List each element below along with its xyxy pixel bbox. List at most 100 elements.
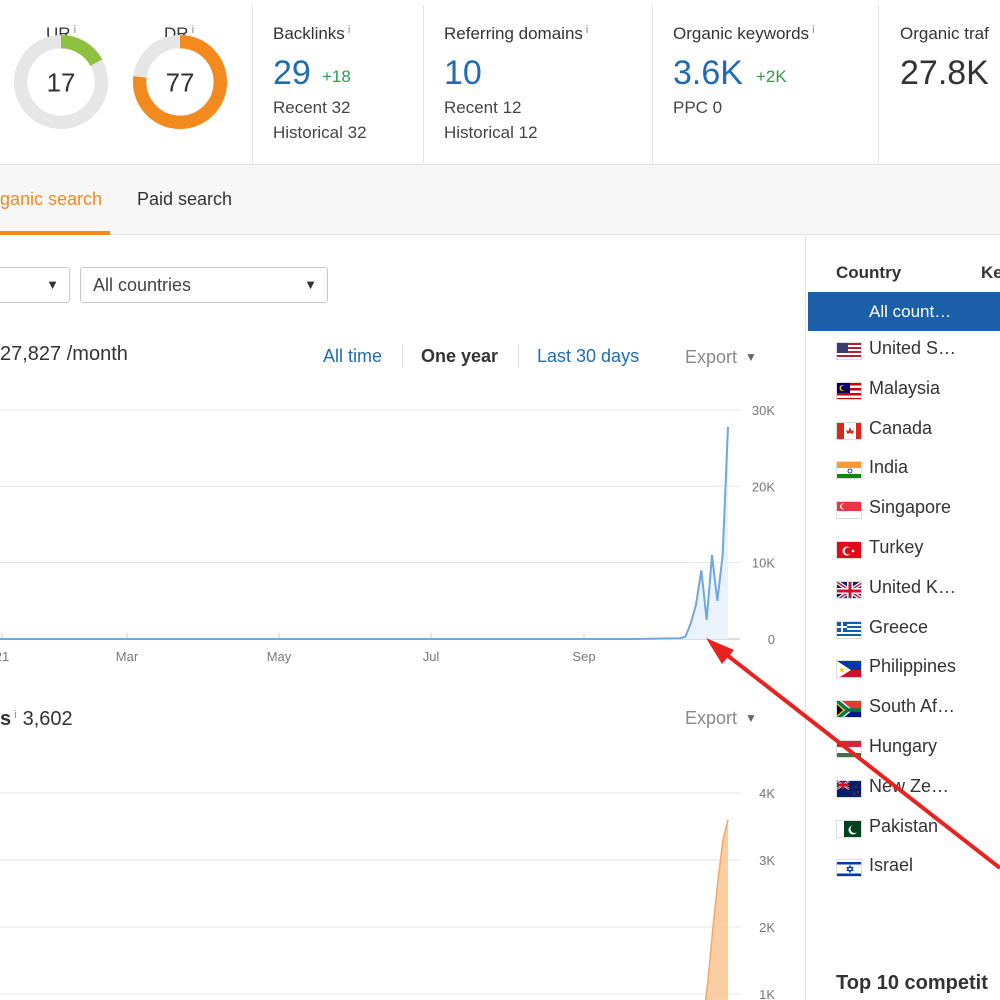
hu-flag-icon [836, 740, 862, 758]
divider [423, 5, 424, 163]
y-tick-label: 20K [752, 479, 775, 494]
top-competitors-heading: Top 10 competit [836, 972, 988, 994]
country-name: Singapore [869, 497, 952, 518]
keywords-export-button[interactable]: Export ▼ [685, 708, 757, 729]
referring-domains-recent: Recent 12 [444, 98, 522, 117]
sg-flag-icon [836, 501, 862, 520]
pk-flag-icon [836, 819, 862, 838]
nz-flag-icon [836, 779, 862, 798]
country-name: South Af… [869, 696, 956, 717]
country-name: India [869, 457, 909, 478]
chevron-down-icon: ▼ [304, 277, 317, 292]
country-column-header[interactable]: Country [836, 263, 901, 283]
backlinks-delta: +18 [322, 67, 351, 86]
keywords-summary: s i 3,602 [0, 708, 73, 730]
y-tick-label: 4K [759, 786, 775, 801]
x-tick-label: May [267, 649, 292, 664]
organic-keywords-delta: +2K [756, 67, 787, 86]
organic-traffic-value[interactable]: 27.8K [900, 54, 989, 93]
mode-select[interactable]: ▼ [0, 267, 70, 303]
organic-keywords-chart: 4K 3K 2K 1K [0, 786, 775, 1000]
backlinks-historical: Historical 32 [273, 123, 367, 142]
country-row-all[interactable]: All count… [808, 292, 1000, 331]
info-icon[interactable]: i [14, 709, 16, 721]
range-one-year[interactable]: One year [421, 346, 498, 367]
referring-domains-value[interactable]: 10 [444, 54, 482, 93]
info-icon[interactable]: i [586, 24, 588, 36]
chevron-down-icon: ▼ [745, 711, 757, 725]
country-name: Turkey [869, 537, 924, 557]
organic-traffic-chart: 30K 20K 10K 0 21 Mar May Jul Sep [0, 403, 775, 664]
info-icon[interactable]: i [812, 24, 814, 36]
referring-domains-historical: Historical 12 [444, 123, 538, 142]
ur-value: 17 [47, 70, 76, 98]
country-name: Israel [869, 855, 914, 876]
chevron-down-icon: ▼ [745, 350, 757, 364]
gr-flag-icon [836, 620, 862, 639]
range-last-30-days[interactable]: Last 30 days [537, 346, 639, 367]
keywords-column-header[interactable]: Ke [981, 263, 1000, 283]
gb-flag-icon [836, 580, 862, 599]
us-flag-icon [836, 342, 862, 360]
tab-paid-search[interactable]: Paid search [137, 189, 232, 210]
dr-value: 77 [166, 70, 195, 98]
referring-domains-label: Referring domains i [444, 24, 589, 43]
y-tick-label: 30K [752, 403, 775, 418]
country-name: Malaysia [869, 377, 941, 398]
y-tick-label: 0 [768, 632, 775, 647]
x-tick-label: 21 [0, 649, 9, 664]
organic-keywords-value[interactable]: 3.6K [673, 54, 743, 93]
country-select-value: All countries [93, 275, 192, 295]
active-tab-indicator [0, 231, 110, 235]
y-tick-label: 1K [759, 987, 775, 1000]
ph-flag-icon [836, 660, 862, 679]
my-flag-icon [836, 381, 862, 400]
x-tick-label: Mar [116, 649, 139, 664]
country-name: Hungary [869, 736, 938, 756]
x-tick-label: Sep [572, 649, 595, 664]
y-tick-label: 2K [759, 920, 775, 935]
y-tick-label: 10K [752, 556, 775, 571]
country-name: Pakistan [869, 815, 939, 836]
tr-flag-icon [836, 541, 862, 559]
country-name: United S… [869, 338, 957, 358]
metrics-header: UR i 17 DR i 77 Backlinks i 29 +18 Recent 3… [0, 0, 1000, 165]
divider [252, 5, 253, 163]
organic-traffic-label: Organic traf [900, 24, 989, 43]
dr-gauge: 77 [132, 34, 228, 130]
y-tick-label: 3K [759, 853, 775, 868]
traffic-summary: 27,827 /month [0, 343, 128, 365]
divider [878, 5, 879, 163]
x-tick-label: Jul [423, 649, 440, 664]
country-select[interactable]: All countries ▼ [80, 267, 328, 303]
traffic-export-button[interactable]: Export ▼ [685, 347, 757, 368]
traffic-line [0, 426, 729, 640]
country-name: United K… [869, 576, 957, 597]
il-flag-icon [836, 859, 862, 878]
tab-organic-search[interactable]: ganic search [0, 189, 102, 210]
country-name: Canada [869, 417, 933, 438]
country-name: Greece [869, 616, 929, 637]
ur-gauge: 17 [13, 34, 109, 130]
za-flag-icon [836, 700, 862, 719]
keywords-count: 3,602 [22, 708, 73, 730]
backlinks-value[interactable]: 29 [273, 54, 311, 93]
country-name: New Ze… [869, 775, 950, 796]
info-icon[interactable]: i [348, 24, 350, 36]
ppc-value: PPC 0 [673, 98, 723, 117]
backlinks-label: Backlinks i [273, 24, 351, 43]
divider [402, 344, 403, 368]
ca-flag-icon [836, 421, 862, 440]
traffic-area [0, 426, 728, 639]
divider [518, 344, 519, 368]
country-name: Philippines [869, 656, 957, 677]
search-tabs: ganic search Paid search [0, 165, 1000, 235]
backlinks-recent: Recent 32 [273, 98, 351, 117]
country-panel: Country Ke All count… United S… Malaysia C… [805, 235, 1000, 1000]
chevron-down-icon: ▼ [46, 277, 59, 292]
divider [652, 5, 653, 163]
in-flag-icon [836, 461, 862, 480]
organic-keywords-label: Organic keywords i [673, 24, 815, 43]
range-all-time[interactable]: All time [323, 346, 382, 367]
ur-gauge-arc [60, 34, 103, 67]
